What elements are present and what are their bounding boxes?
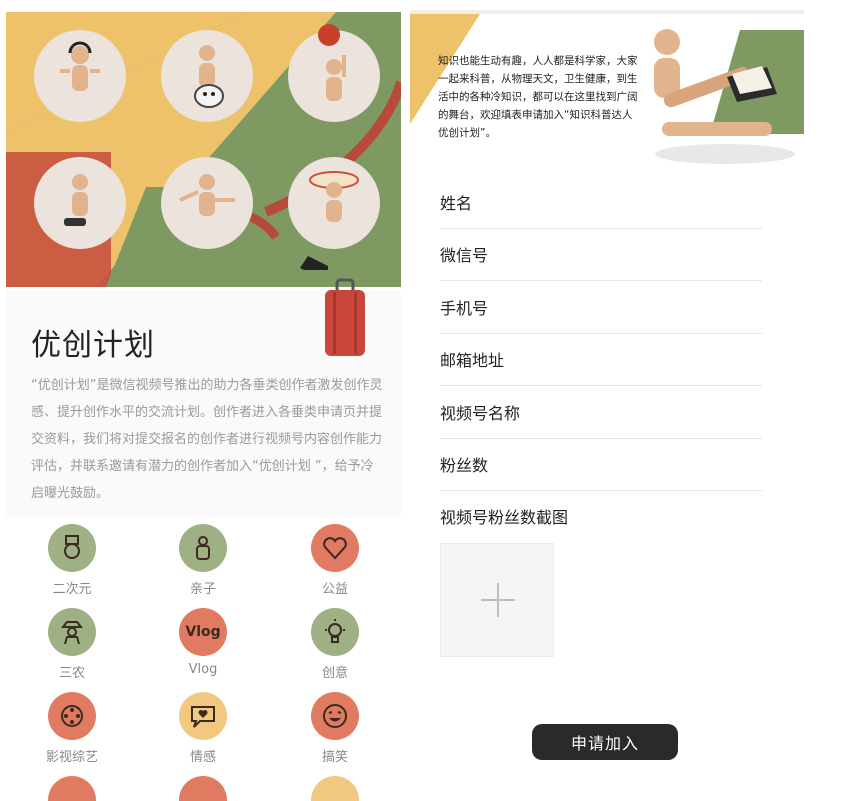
name-field[interactable]: 姓名 <box>440 176 762 229</box>
category-item[interactable]: 二次元 <box>22 524 122 597</box>
field-label: 微信号 <box>440 246 489 265</box>
mannequin-music-image <box>34 30 126 122</box>
laughing-face-icon <box>311 692 359 740</box>
wechat-id-field[interactable]: 微信号 <box>440 228 762 281</box>
category-item[interactable]: 亲子 <box>153 524 253 597</box>
hero-banner <box>6 12 401 287</box>
vlog-text-icon: Vlog <box>179 608 227 656</box>
film-reel-icon <box>48 692 96 740</box>
field-label: 邮箱地址 <box>440 351 505 370</box>
category-label: 创意 <box>321 666 348 681</box>
follower-count-field[interactable]: 粉丝数 <box>440 438 762 491</box>
phone-field[interactable]: 手机号 <box>440 281 762 334</box>
apply-join-button[interactable]: 申请加入 <box>532 724 678 760</box>
mannequin-hat-image <box>288 157 380 249</box>
chat-heart-icon <box>179 692 227 740</box>
mother-child-icon <box>179 524 227 572</box>
category-item[interactable]: 搞笑 <box>285 692 385 765</box>
field-label: 手机号 <box>440 299 489 318</box>
category-label: 三农 <box>58 666 85 681</box>
category-item[interactable]: 创意 <box>285 608 385 681</box>
plus-icon <box>481 583 515 617</box>
mannequin-reading-image <box>654 29 777 136</box>
category-item[interactable]: Vlog Vlog <box>153 608 253 677</box>
basketball-icon <box>318 24 340 46</box>
mannequin-dog-image <box>161 30 253 122</box>
intro-text: 知识也能生动有趣，人人都是科学家，大家一起来科普，从物理天文，卫生健康，到生活中… <box>438 55 638 139</box>
program-description: “优创计划”是微信视频号推出的助力各垂类创作者激发创作灵感、提升创作水平的交流计… <box>31 378 383 501</box>
category-item[interactable]: 情感 <box>153 692 253 765</box>
follower-screenshot-field: 视频号粉丝数截图 <box>440 490 762 542</box>
category-label: 搞笑 <box>321 750 348 765</box>
heart-hands-icon <box>311 524 359 572</box>
category-label: Vlog <box>188 662 218 677</box>
field-label: 视频号粉丝数截图 <box>440 508 569 527</box>
category-item-partial[interactable] <box>153 776 253 801</box>
right-screen: 知识也能生动有趣，人人都是科学家，大家一起来科普，从物理天文，卫生健康，到生活中… <box>410 0 854 801</box>
category-icon <box>48 776 96 801</box>
lightbulb-icon <box>311 608 359 656</box>
category-label: 情感 <box>189 750 216 765</box>
form-header-banner: 知识也能生动有趣，人人都是科学家，大家一起来科普，从物理天文，卫生健康，到生活中… <box>410 14 804 164</box>
category-icon <box>179 776 227 801</box>
category-item-partial[interactable] <box>22 776 122 801</box>
farmer-icon <box>48 608 96 656</box>
category-item-partial[interactable] <box>285 776 385 801</box>
mannequin-ribbon-image <box>161 157 253 249</box>
high-heel-icon <box>300 256 328 270</box>
channel-name-field[interactable]: 视频号名称 <box>440 386 762 439</box>
category-item[interactable]: 公益 <box>285 524 385 597</box>
category-label: 公益 <box>321 582 348 597</box>
field-label: 姓名 <box>440 194 473 213</box>
category-icon <box>311 776 359 801</box>
snowman-hat-icon <box>48 524 96 572</box>
mannequin-shoe-image <box>34 157 126 249</box>
field-label: 粉丝数 <box>440 456 489 475</box>
category-item[interactable]: 三农 <box>22 608 122 681</box>
category-label: 二次元 <box>52 582 92 597</box>
email-field[interactable]: 邮箱地址 <box>440 333 762 386</box>
left-screen: 优创计划 “优创计划”是微信视频号推出的助力各垂类创作者激发创作灵感、提升创作水… <box>0 0 410 801</box>
field-label: 视频号名称 <box>440 404 521 423</box>
category-item[interactable]: 影视综艺 <box>22 692 122 765</box>
suitcase-image <box>325 278 365 356</box>
page-title: 优创计划 <box>31 328 155 363</box>
category-label: 影视综艺 <box>45 750 98 765</box>
category-label: 亲子 <box>189 582 216 597</box>
screenshot-upload-button[interactable] <box>440 543 554 657</box>
